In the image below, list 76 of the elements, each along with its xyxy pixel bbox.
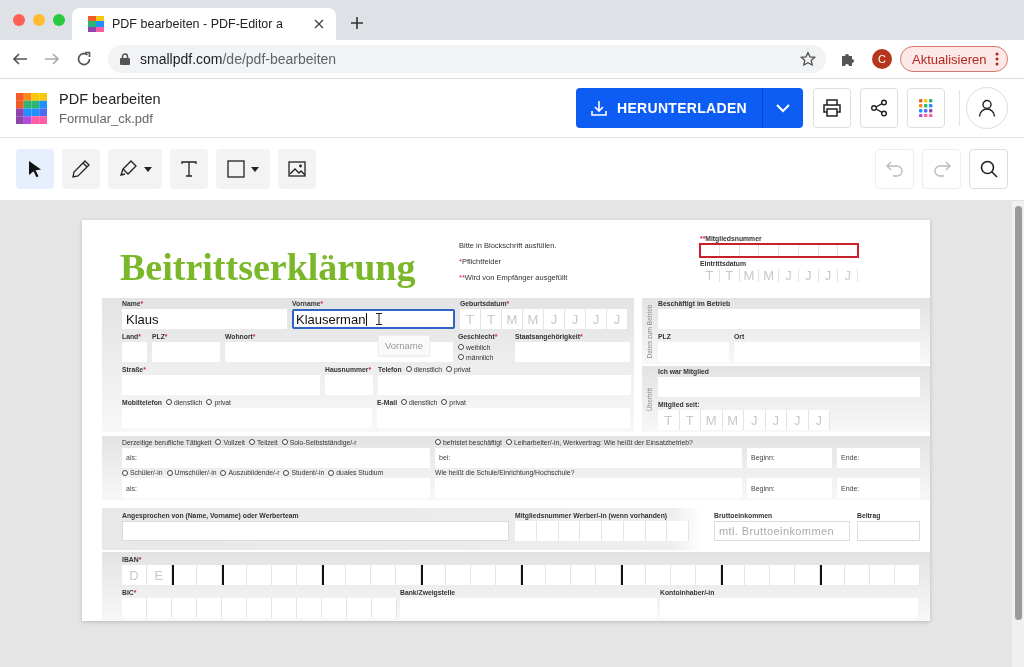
- text-field[interactable]: [122, 521, 509, 541]
- download-icon: [591, 100, 608, 116]
- image-icon: [288, 160, 306, 178]
- radio-button[interactable]: [441, 399, 448, 405]
- puzzle-icon[interactable]: [840, 51, 856, 67]
- back-icon[interactable]: [12, 51, 28, 67]
- tooltip: Vorname: [378, 335, 431, 356]
- radio-button[interactable]: [401, 399, 407, 405]
- update-button[interactable]: Aktualisieren: [900, 46, 1009, 72]
- marker-tool[interactable]: [108, 149, 162, 189]
- text-field[interactable]: [857, 521, 920, 541]
- printer-icon: [823, 99, 841, 117]
- print-button[interactable]: [813, 88, 851, 128]
- file-name: Formular_ck.pdf: [59, 110, 154, 126]
- marker-icon: [118, 159, 138, 179]
- select-tool[interactable]: [16, 149, 54, 189]
- more-icon: [995, 52, 1000, 66]
- caret-icon: [144, 166, 152, 172]
- text-tool[interactable]: [170, 149, 208, 189]
- lock-icon: [120, 53, 130, 65]
- pen-tool[interactable]: [62, 149, 100, 189]
- radio-button[interactable]: [505, 439, 512, 446]
- text-field[interactable]: Klaus: [122, 309, 287, 329]
- radio-button[interactable]: [220, 469, 227, 476]
- account-button[interactable]: [966, 87, 1008, 129]
- form-title: Beitrittserklärung: [120, 245, 417, 289]
- radio-button[interactable]: [281, 439, 288, 446]
- comb-field[interactable]: [122, 598, 397, 618]
- cursor-icon: [28, 160, 42, 178]
- share-icon: [870, 99, 888, 117]
- radio-button[interactable]: [458, 344, 464, 350]
- download-button[interactable]: HERUNTERLADEN: [576, 88, 803, 128]
- text-field[interactable]: [658, 377, 920, 397]
- share-button[interactable]: [860, 88, 898, 128]
- text-field[interactable]: Klauserman: [292, 309, 455, 329]
- pencil-icon: [71, 159, 91, 179]
- document-title: PDF bearbeiten: [59, 90, 162, 107]
- radio-button[interactable]: [248, 439, 255, 446]
- radio-button[interactable]: [328, 469, 335, 476]
- text-icon: [180, 160, 198, 178]
- undo-icon: [885, 161, 904, 177]
- comb-field[interactable]: [515, 521, 689, 541]
- search-button[interactable]: [969, 149, 1008, 189]
- user-icon: [978, 99, 996, 117]
- scrollbar[interactable]: [1012, 201, 1024, 667]
- reload-icon[interactable]: [76, 51, 92, 67]
- comb-field[interactable]: [700, 244, 858, 257]
- close-icon[interactable]: [314, 19, 324, 29]
- dots-grid-icon: [919, 99, 933, 117]
- radio-button[interactable]: [166, 399, 173, 405]
- radio-button[interactable]: [283, 469, 290, 476]
- square-icon: [227, 160, 245, 178]
- text-field[interactable]: [658, 309, 920, 329]
- radio-button[interactable]: [122, 469, 128, 476]
- redo-icon: [932, 161, 951, 177]
- chevron-down-icon[interactable]: [776, 103, 790, 113]
- new-tab-icon[interactable]: [350, 16, 364, 30]
- radio-button[interactable]: [435, 439, 441, 446]
- radio-button[interactable]: [215, 439, 222, 446]
- grid-logo-icon: [88, 16, 104, 32]
- radio-button[interactable]: [458, 354, 464, 360]
- radio-button[interactable]: [166, 469, 173, 476]
- browser-tab[interactable]: PDF bearbeiten - PDF-Editor a: [72, 8, 336, 40]
- radio-button[interactable]: [446, 366, 452, 372]
- radio-button[interactable]: [206, 399, 213, 405]
- text-cursor-icon: [376, 313, 382, 325]
- grid-logo-icon: [16, 92, 47, 124]
- search-icon: [979, 160, 998, 178]
- shape-tool[interactable]: [216, 149, 270, 189]
- image-tool[interactable]: [278, 149, 316, 189]
- profile-avatar[interactable]: C: [872, 49, 892, 69]
- caret-icon: [251, 166, 259, 172]
- radio-button[interactable]: [405, 366, 412, 372]
- apps-button[interactable]: [907, 88, 945, 128]
- address-bar[interactable]: smallpdf.com/de/pdf-bearbeiten: [108, 45, 826, 73]
- star-icon[interactable]: [800, 51, 816, 67]
